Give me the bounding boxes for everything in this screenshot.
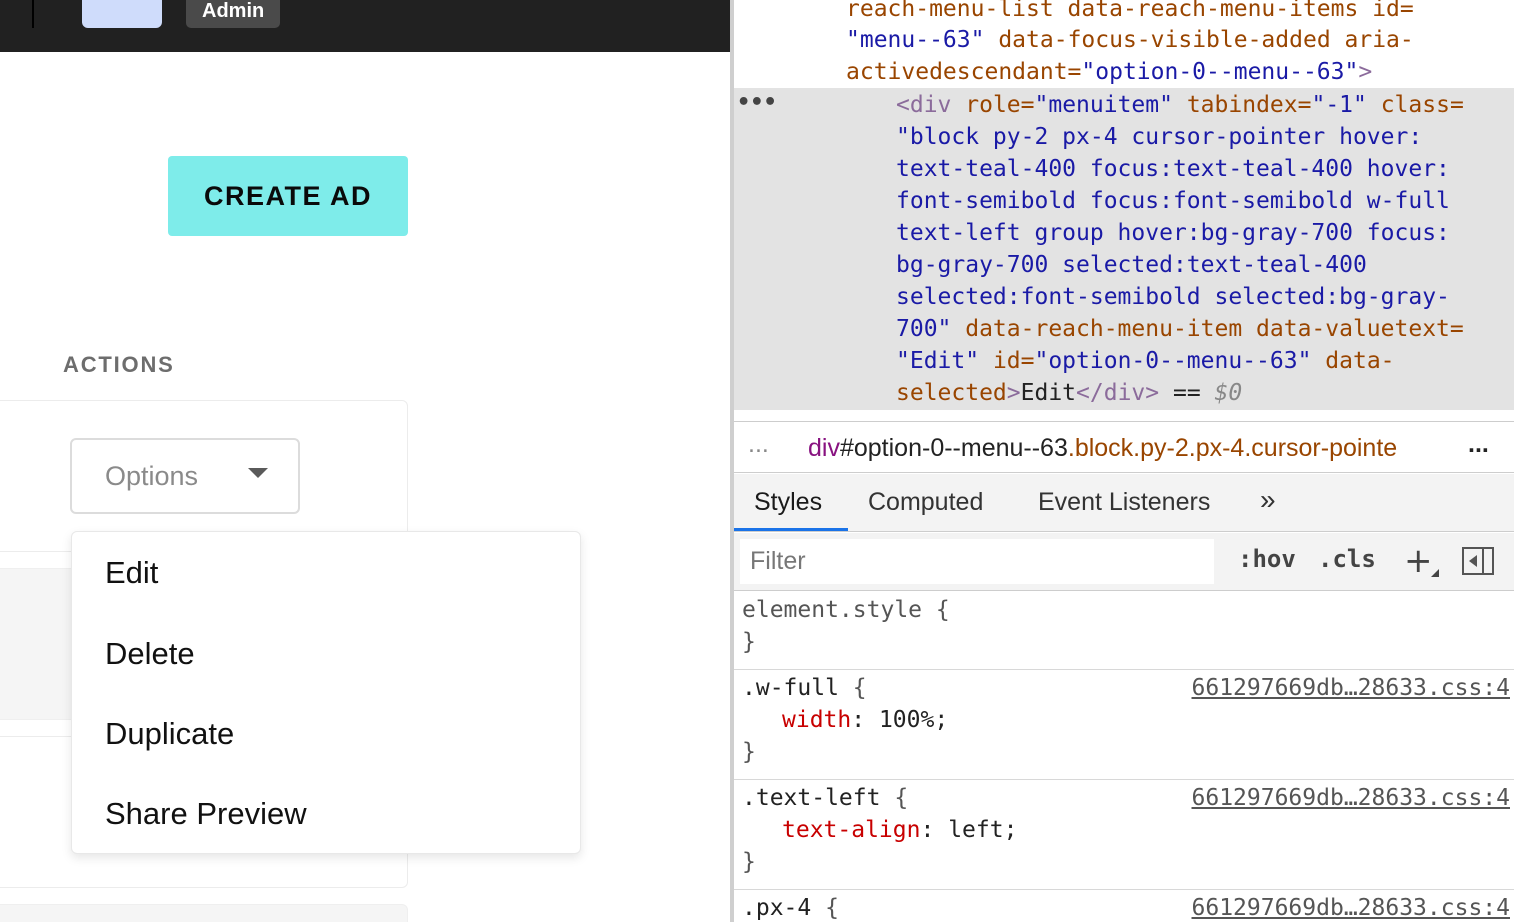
dom-line: text-left group hover:bg-gray-700 focus:	[896, 220, 1450, 246]
dom-line: activedescendant="option-0--menu--63">	[846, 59, 1373, 85]
style-rule: element.style { }	[734, 592, 1514, 670]
new-style-rule-plus-icon[interactable]: +	[1404, 541, 1433, 581]
breadcrumb: ... div#option-0--menu--63.block.py-2.px…	[734, 421, 1514, 473]
dom-line: text-teal-400 focus:text-teal-400 hover:	[896, 156, 1450, 182]
style-rule: .text-left { 661297669db…28633.css:4 tex…	[734, 780, 1514, 890]
devtools-subtabs: Styles Computed Event Listeners »	[734, 474, 1514, 532]
style-rule: .w-full { 661297669db…28633.css:4 width:…	[734, 670, 1514, 780]
action-card	[0, 904, 408, 922]
elements-dom-tree: reach-menu-list data-reach-menu-items id…	[734, 0, 1514, 420]
menu-item-delete[interactable]: Delete	[72, 614, 580, 694]
breadcrumb-node[interactable]: div#option-0--menu--63.block.py-2.px-4.c…	[808, 434, 1397, 463]
caret-down-icon	[248, 468, 268, 478]
rule-source-link[interactable]: 661297669db…28633.css:4	[1192, 672, 1511, 704]
options-menu: Edit Delete Duplicate Share Preview	[71, 531, 581, 854]
top-nav-bar: Admin	[0, 0, 730, 52]
nav-divider	[32, 0, 34, 28]
dom-line: "Edit" id="option-0--menu--63" data-	[896, 348, 1395, 374]
rule-source-link[interactable]: 661297669db…28633.css:4	[1192, 782, 1511, 814]
style-rule: .px-4 { 661297669db…28633.css:4	[734, 890, 1514, 922]
toggle-sidebar-icon[interactable]	[1462, 547, 1494, 575]
dom-line: selected>Edit</div> == $0	[896, 380, 1243, 406]
menu-item-edit[interactable]: Edit	[72, 532, 580, 614]
style-rules-list: element.style { } .w-full { 661297669db……	[734, 592, 1514, 922]
breadcrumb-scroll-left[interactable]: ...	[748, 430, 769, 459]
app-pane: Admin CREATE AD ACTIONS Options Edit Del…	[0, 0, 730, 922]
styles-filter-input[interactable]	[740, 539, 1214, 584]
options-label: Options	[105, 460, 199, 491]
actions-section-label: ACTIONS	[63, 352, 175, 377]
tab-styles[interactable]: Styles	[754, 488, 822, 517]
dom-line: <div role="menuitem" tabindex="-1" class…	[896, 92, 1464, 118]
dom-line: "menu--63" data-focus-visible-added aria…	[846, 27, 1414, 53]
dom-line: reach-menu-list data-reach-menu-items id…	[846, 0, 1414, 22]
create-ad-button[interactable]: CREATE AD	[168, 156, 408, 236]
tab-computed[interactable]: Computed	[868, 488, 983, 517]
cls-toggle-button[interactable]: .cls	[1318, 545, 1376, 573]
plus-menu-corner-icon	[1431, 569, 1439, 577]
admin-badge: Admin	[186, 0, 281, 28]
breadcrumb-scroll-right[interactable]: ...	[1468, 430, 1489, 459]
styles-toolbar: :hov .cls +	[734, 533, 1514, 591]
hov-toggle-button[interactable]: :hov	[1238, 545, 1296, 573]
dom-line: selected:font-semibold selected:bg-gray-	[896, 284, 1450, 310]
dom-line: 700" data-reach-menu-item data-valuetext…	[896, 316, 1464, 342]
node-actions-ellipsis-icon[interactable]: •••	[737, 90, 777, 115]
menu-item-share-preview[interactable]: Share Preview	[72, 774, 580, 854]
tab-event-listeners[interactable]: Event Listeners	[1038, 488, 1210, 517]
options-dropdown-button[interactable]: Options	[70, 438, 300, 514]
rule-source-link[interactable]: 661297669db…28633.css:4	[1192, 892, 1511, 922]
more-tabs-chevron-icon[interactable]: »	[1260, 484, 1276, 516]
dom-line: bg-gray-700 selected:text-teal-400	[896, 252, 1367, 278]
menu-item-duplicate[interactable]: Duplicate	[72, 694, 580, 774]
avatar[interactable]	[82, 0, 162, 28]
devtools-panel: reach-menu-list data-reach-menu-items id…	[734, 0, 1514, 922]
dom-line: "block py-2 px-4 cursor-pointer hover:	[896, 124, 1423, 150]
dom-line: font-semibold focus:font-semibold w-full	[896, 188, 1450, 214]
active-tab-indicator	[734, 528, 848, 531]
